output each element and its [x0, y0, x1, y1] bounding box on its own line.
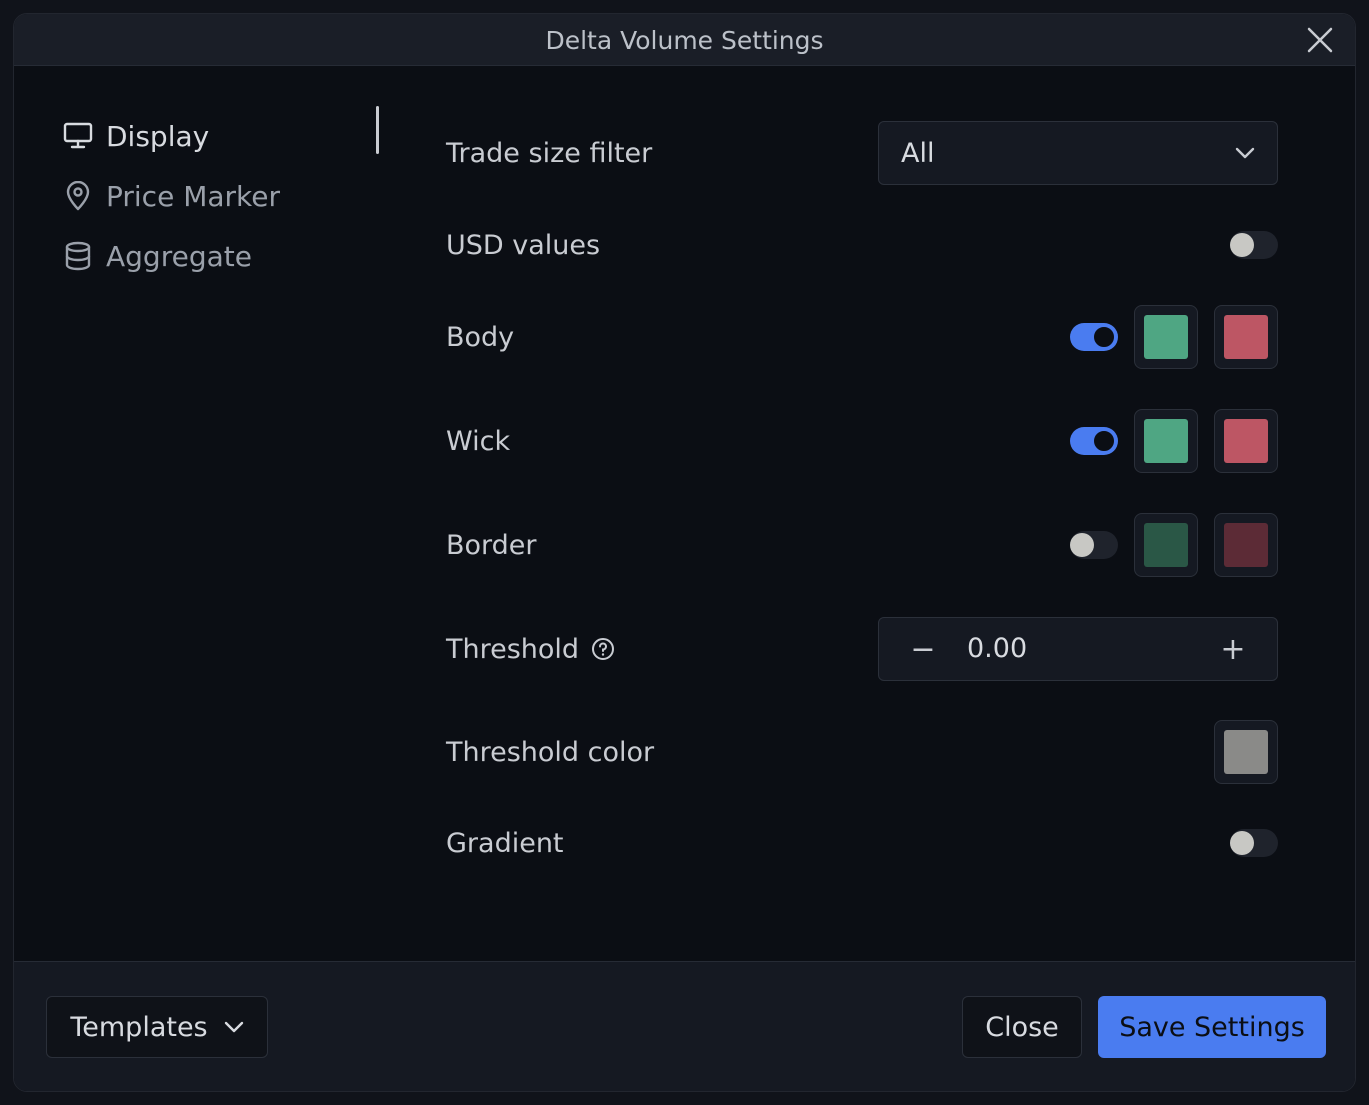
border-down-color-swatch[interactable]: [1214, 513, 1278, 577]
sidebar-item-label: Display: [106, 119, 210, 153]
templates-label: Templates: [70, 1011, 208, 1043]
threshold-color-swatch[interactable]: [1214, 720, 1278, 784]
toggle-knob: [1230, 831, 1254, 855]
monitor-icon: [62, 120, 94, 152]
chevron-down-icon: [224, 1021, 243, 1033]
wick-label: Wick: [446, 425, 511, 457]
border-toggle[interactable]: [1070, 531, 1118, 559]
settings-dialog: Delta Volume Settings Display Price Mark…: [13, 13, 1356, 1092]
trade-size-filter-value: All: [901, 137, 935, 169]
sidebar-item-display[interactable]: Display: [62, 106, 382, 166]
sidebar: Display Price Marker Aggregate: [62, 106, 382, 286]
row-border: Border: [446, 513, 1278, 577]
toggle-knob: [1092, 429, 1116, 453]
sidebar-item-label: Aggregate: [106, 239, 252, 273]
wick-down-color-swatch[interactable]: [1214, 409, 1278, 473]
close-icon[interactable]: [1307, 27, 1333, 53]
decrement-button[interactable]: −: [891, 618, 955, 680]
increment-button[interactable]: +: [1201, 618, 1265, 680]
help-icon[interactable]: [591, 637, 615, 661]
body-up-color-swatch[interactable]: [1134, 305, 1198, 369]
templates-button[interactable]: Templates: [46, 996, 268, 1058]
toggle-knob: [1070, 533, 1094, 557]
usd-values-toggle[interactable]: [1230, 231, 1278, 259]
active-tab-indicator: [376, 106, 379, 154]
row-trade-size-filter: Trade size filter All: [446, 121, 1278, 185]
row-usd-values: USD values: [446, 213, 1278, 277]
sidebar-item-aggregate[interactable]: Aggregate: [62, 226, 382, 286]
usd-values-label: USD values: [446, 229, 601, 261]
row-threshold: Threshold − 0.00 +: [446, 617, 1278, 681]
gradient-toggle[interactable]: [1230, 829, 1278, 857]
database-icon: [62, 240, 94, 272]
row-body: Body: [446, 305, 1278, 369]
threshold-label: Threshold: [446, 633, 580, 665]
border-up-color-swatch[interactable]: [1134, 513, 1198, 577]
dialog-title: Delta Volume Settings: [545, 26, 824, 55]
sidebar-item-price-marker[interactable]: Price Marker: [62, 166, 382, 226]
toggle-knob: [1230, 233, 1254, 257]
threshold-color-label: Threshold color: [446, 736, 655, 768]
dialog-footer: Templates Close Save Settings: [14, 961, 1355, 1091]
title-bar: Delta Volume Settings: [14, 14, 1355, 66]
save-settings-button[interactable]: Save Settings: [1098, 996, 1326, 1058]
wick-toggle[interactable]: [1070, 427, 1118, 455]
row-gradient: Gradient: [446, 811, 1278, 875]
toggle-knob: [1092, 325, 1116, 349]
body-label: Body: [446, 321, 515, 353]
close-button[interactable]: Close: [962, 996, 1082, 1058]
border-label: Border: [446, 529, 537, 561]
body-down-color-swatch[interactable]: [1214, 305, 1278, 369]
row-wick: Wick: [446, 409, 1278, 473]
wick-up-color-swatch[interactable]: [1134, 409, 1198, 473]
threshold-stepper[interactable]: − 0.00 +: [878, 617, 1278, 681]
sidebar-item-label: Price Marker: [106, 179, 280, 213]
gradient-label: Gradient: [446, 827, 564, 859]
threshold-value[interactable]: 0.00: [967, 633, 1027, 664]
threshold-label-group: Threshold: [446, 634, 615, 665]
map-pin-icon: [62, 180, 94, 212]
chevron-down-icon: [1235, 144, 1255, 163]
row-threshold-color: Threshold color: [446, 720, 1278, 784]
trade-size-filter-label: Trade size filter: [446, 137, 653, 169]
body-toggle[interactable]: [1070, 323, 1118, 351]
trade-size-filter-select[interactable]: All: [878, 121, 1278, 185]
